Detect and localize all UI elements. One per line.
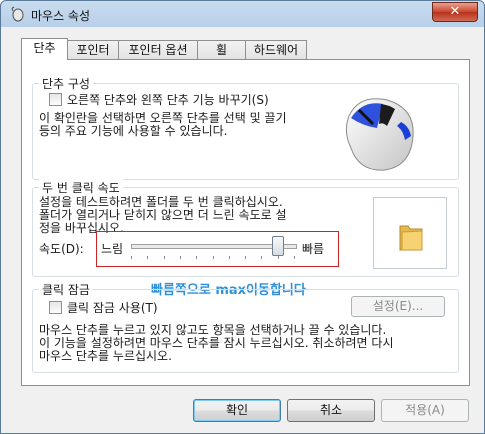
slider-tick [180,256,181,259]
swap-buttons-checkbox[interactable] [49,93,62,106]
swap-buttons-description-2: 등의 주요 기능에 사용할 수 있습니다. [39,124,228,138]
swap-buttons-label[interactable]: 오른쪽 단추와 왼쪽 단추 기능 바꾸기(S) [67,91,269,108]
click-lock-group: 클릭 잠금 클릭 잠금 사용(T) 설정(E)... 마우스 단추를 누르고 있… [32,281,459,373]
title-bar[interactable]: 마우스 속성 ✕ [1,1,484,27]
button-configuration-group: 단추 구성 오른쪽 단추와 왼쪽 단추 기능 바꾸기(S) 이 확인란을 선택하… [32,75,459,180]
window-title: 마우스 속성 [31,9,91,23]
fast-label: 빠름 [302,242,325,256]
click-lock-label[interactable]: 클릭 잠금 사용(T) [67,299,158,316]
ok-button[interactable]: 확인 [193,399,281,422]
folder-icon[interactable] [398,222,424,252]
slider-tick [229,256,230,259]
tab-pointers[interactable]: 포인터 [67,40,119,59]
slider-tick [147,256,148,259]
speed-label: 속도(D): [39,242,84,256]
test-folder-area[interactable] [373,197,447,269]
click-lock-settings-button[interactable]: 설정(E)... [351,296,445,317]
cancel-button[interactable]: 취소 [287,399,375,422]
apply-button[interactable]: 적용(A) [381,399,469,422]
tab-buttons[interactable]: 단추 [21,38,68,60]
close-button[interactable]: ✕ [432,2,478,22]
slider-tick [278,256,279,259]
double-click-speed-title: 두 번 클릭 속도 [39,179,123,196]
button-configuration-title: 단추 구성 [39,75,93,92]
tab-wheel[interactable]: 휠 [197,40,246,59]
mouse-icon [11,6,24,22]
slider-tick [213,256,214,259]
mouse-properties-window: 마우스 속성 ✕ 단추 포인터 포인터 옵션 휠 하드웨어 단추 구성 오른쪽 … [0,0,485,434]
double-click-speed-group: 두 번 클릭 속도 설정을 테스트하려면 폴더를 두 번 클릭하십시오. 폴더가… [32,179,459,277]
slider-tick [196,256,197,259]
slider-tick [164,256,165,259]
slow-label: 느림 [101,242,124,256]
mouse-illustration [345,98,414,171]
click-lock-title: 클릭 잠금 [39,281,93,298]
slider-tick [245,256,246,259]
slider-thumb[interactable] [272,236,284,256]
tab-pointer-options[interactable]: 포인터 옵션 [118,40,198,59]
click-lock-checkbox[interactable] [49,301,62,314]
slider-tick [294,256,295,259]
slider-tick [131,256,132,259]
click-lock-description-3: 마우스 단추를 누르십시오. [39,349,172,363]
tab-hardware[interactable]: 하드웨어 [245,40,307,59]
slider-tick [261,256,262,259]
double-click-speed-slider[interactable] [131,234,299,262]
tab-panel-buttons: 단추 구성 오른쪽 단추와 왼쪽 단추 기능 바꾸기(S) 이 확인란을 선택하… [21,59,470,386]
